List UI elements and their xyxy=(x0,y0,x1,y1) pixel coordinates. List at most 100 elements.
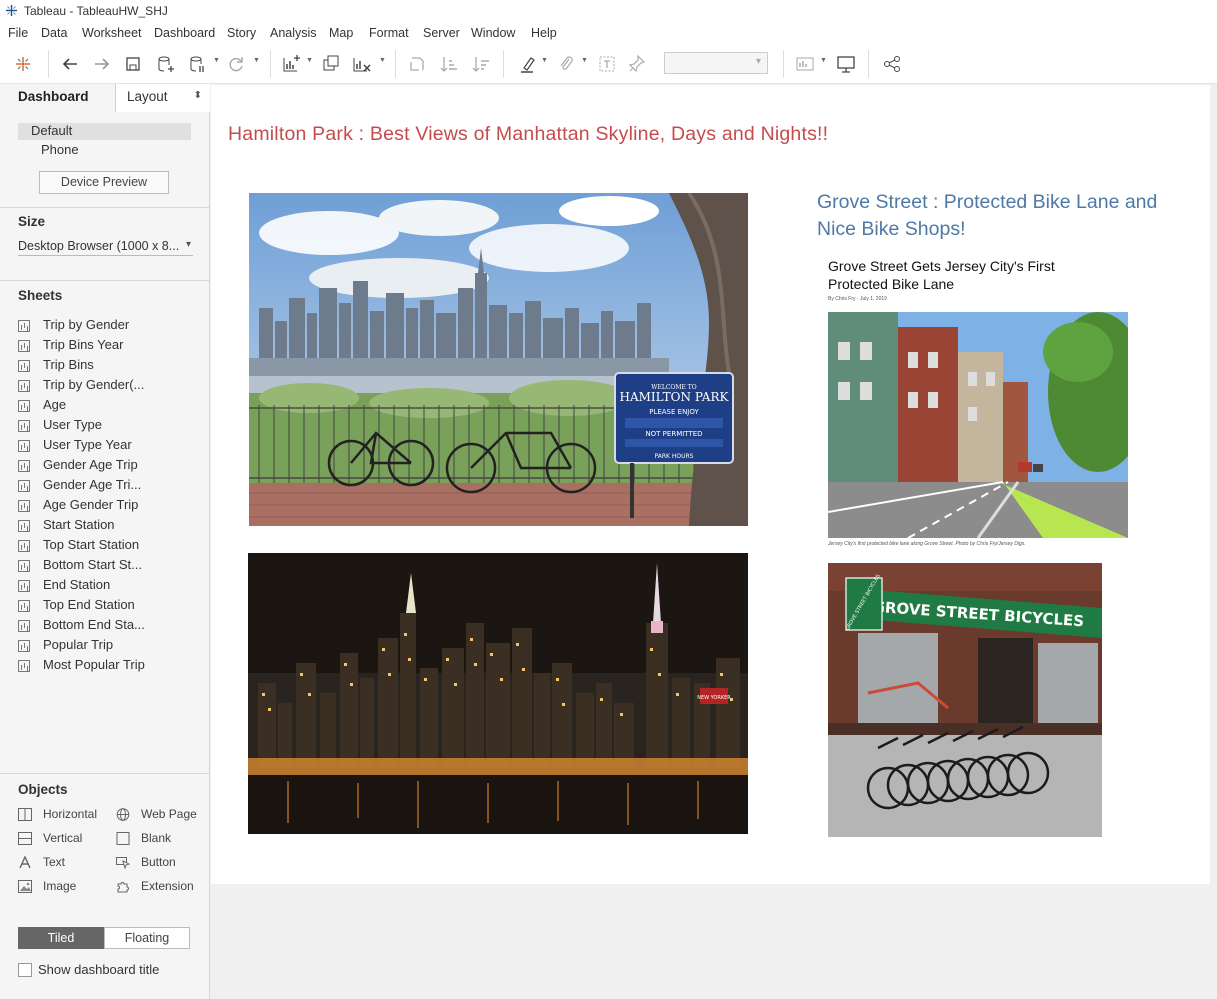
object-label: Web Page xyxy=(141,807,197,821)
horizontal-container-icon xyxy=(18,808,32,821)
article-byline: By Chris Fry · July 1, 2019 xyxy=(828,296,887,302)
menu-map[interactable]: Map xyxy=(329,26,353,40)
tableau-start-icon[interactable] xyxy=(12,53,34,75)
toolbar-separator xyxy=(783,50,784,78)
menu-dashboard[interactable]: Dashboard xyxy=(154,26,215,40)
sort-ascending-icon[interactable] xyxy=(438,53,460,75)
save-icon[interactable] xyxy=(122,53,144,75)
tab-dashboard[interactable]: Dashboard xyxy=(0,84,115,112)
new-worksheet-icon[interactable] xyxy=(280,53,302,75)
worksheet-icon xyxy=(18,580,30,592)
show-title-checkbox[interactable] xyxy=(18,963,32,977)
menu-format[interactable]: Format xyxy=(369,26,409,40)
sheet-label: Trip Bins xyxy=(43,357,94,372)
fit-dropdown[interactable] xyxy=(664,52,768,74)
undo-icon[interactable] xyxy=(59,53,81,75)
toolbar-separator xyxy=(48,50,49,78)
worksheet-icon xyxy=(18,320,30,332)
toolbar-separator xyxy=(503,50,504,78)
sidebar-tabs: Dashboard Layout xyxy=(0,84,210,112)
pause-updates-icon[interactable] xyxy=(186,53,208,75)
group-members-icon[interactable] xyxy=(555,53,577,75)
object-label: Button xyxy=(141,855,176,869)
menu-help[interactable]: Help xyxy=(531,26,557,40)
fix-axes-icon[interactable] xyxy=(626,53,648,75)
sheet-label: Trip by Gender xyxy=(43,317,130,332)
device-preview-button[interactable]: Device Preview xyxy=(39,171,169,194)
sheet-label: Most Popular Trip xyxy=(43,657,145,672)
chevron-down-icon[interactable]: ▼ xyxy=(306,57,313,64)
presentation-mode-icon[interactable] xyxy=(835,53,857,75)
device-phone[interactable]: Phone xyxy=(41,142,79,157)
sheet-label: Trip by Gender(... xyxy=(43,377,145,392)
worksheet-icon xyxy=(18,520,30,532)
title-hamilton-park[interactable]: Hamilton Park : Best Views of Manhattan … xyxy=(228,123,828,146)
highlight-icon[interactable] xyxy=(516,53,538,75)
toolbar-separator xyxy=(868,50,869,78)
sort-descending-icon[interactable] xyxy=(470,53,492,75)
worksheet-icon xyxy=(18,560,30,572)
object-label: Text xyxy=(43,855,66,869)
bike-lane-illustration xyxy=(828,312,1128,538)
menu-analysis[interactable]: Analysis xyxy=(270,26,317,40)
device-default[interactable]: Default xyxy=(18,123,191,140)
worksheet-icon xyxy=(18,620,30,632)
swap-rows-columns-icon[interactable] xyxy=(406,53,428,75)
toolbar-separator xyxy=(270,50,271,78)
share-icon[interactable] xyxy=(881,53,903,75)
show-mark-labels-icon[interactable] xyxy=(596,53,618,75)
image-grove-street-bike-lane[interactable] xyxy=(828,312,1128,538)
sidebar: Dashboard Layout Default Phone Device Pr… xyxy=(0,84,210,999)
object-label: Image xyxy=(43,879,77,893)
sheet-label: Gender Age Trip xyxy=(43,457,138,472)
menu-story[interactable]: Story xyxy=(227,26,256,40)
objects-title: Objects xyxy=(18,782,68,797)
redo-icon[interactable] xyxy=(91,53,113,75)
chevron-down-icon[interactable]: ▼ xyxy=(213,57,220,64)
image-manhattan-night[interactable]: NEW YORKER xyxy=(248,553,748,834)
new-yorker-sign: NEW YORKER xyxy=(697,695,731,701)
article-headline[interactable]: Grove Street Gets Jersey City's First Pr… xyxy=(828,257,1098,293)
sheet-label: End Station xyxy=(43,577,111,592)
worksheet-icon xyxy=(18,420,30,432)
sign-not-permitted: NOT PERMITTED xyxy=(645,430,702,438)
divider xyxy=(0,207,210,208)
worksheet-icon xyxy=(18,400,30,412)
sheet-label: Start Station xyxy=(43,517,115,532)
chevron-down-icon[interactable]: ▼ xyxy=(253,57,260,64)
object-label: Horizontal xyxy=(43,807,98,821)
image-hamilton-park-day[interactable]: WELCOME TO HAMILTON PARK PLEASE ENJOY NO… xyxy=(249,193,748,526)
show-me-icon[interactable] xyxy=(794,53,816,75)
new-data-source-icon[interactable] xyxy=(154,53,176,75)
menu-server[interactable]: Server xyxy=(423,26,460,40)
worksheet-icon xyxy=(18,600,30,612)
size-select[interactable]: Desktop Browser (1000 x 8... xyxy=(18,236,193,256)
clear-sheet-icon[interactable] xyxy=(350,53,372,75)
worksheet-icon xyxy=(18,640,30,652)
worksheet-icon xyxy=(18,340,30,352)
skyline-night-illustration: NEW YORKER xyxy=(248,553,748,834)
sheet-label: Bottom End Sta... xyxy=(43,617,145,632)
title-grove-street[interactable]: Grove Street : Protected Bike Lane and N… xyxy=(817,189,1197,243)
cursor-button-icon xyxy=(116,857,130,869)
chevron-down-icon[interactable]: ▼ xyxy=(581,57,588,64)
menu-file[interactable]: File xyxy=(8,26,28,40)
worksheet-icon xyxy=(18,500,30,512)
menu-worksheet[interactable]: Worksheet xyxy=(82,26,142,40)
tab-layout[interactable]: Layout xyxy=(115,84,210,112)
chevron-down-icon[interactable]: ▼ xyxy=(541,57,548,64)
sheet-label: Age xyxy=(43,397,67,412)
tiled-toggle[interactable]: Tiled xyxy=(18,927,104,949)
menu-data[interactable]: Data xyxy=(41,26,67,40)
duplicate-icon[interactable] xyxy=(320,53,342,75)
worksheet-icon xyxy=(18,360,30,372)
image-grove-street-bicycles[interactable]: GROVE STREET BICYCLES GROVE STREET BICYC… xyxy=(828,563,1102,837)
chevron-down-icon[interactable]: ▼ xyxy=(820,57,827,64)
image-icon xyxy=(18,880,32,893)
worksheet-icon xyxy=(18,540,30,552)
refresh-icon[interactable] xyxy=(225,53,247,75)
floating-toggle[interactable]: Floating xyxy=(104,927,190,949)
divider xyxy=(0,773,210,774)
chevron-down-icon[interactable]: ▼ xyxy=(379,57,386,64)
menu-window[interactable]: Window xyxy=(471,26,515,40)
